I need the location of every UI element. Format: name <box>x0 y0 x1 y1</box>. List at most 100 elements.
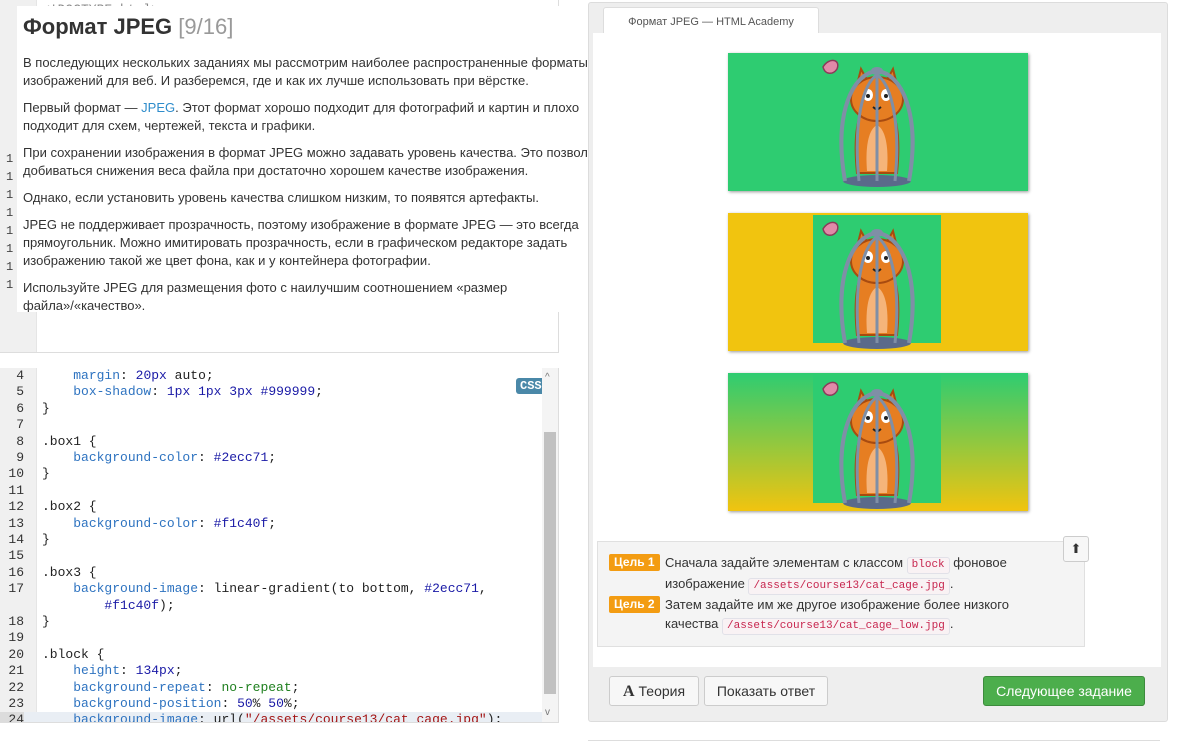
code-text: } <box>42 614 50 629</box>
theory-paragraph: Однако, если установить уровень качества… <box>23 190 539 205</box>
line-number: 7 <box>16 417 24 433</box>
css-editor-scrollbar[interactable]: ^ v <box>542 368 558 722</box>
cat-cage-image <box>813 53 941 191</box>
code-line[interactable]: 15 <box>0 548 542 564</box>
code-line[interactable]: 13 background-color: #f1c40f; <box>0 516 542 532</box>
goal-badge: Цель 2 <box>609 596 660 613</box>
code-line[interactable]: 4 margin: 20px auto; <box>0 368 542 384</box>
goal-badge: Цель 1 <box>609 554 660 571</box>
code-line[interactable]: 24 background-image: url("/assets/course… <box>0 712 542 723</box>
code-text: } <box>42 400 50 416</box>
preview-box-gradient <box>728 373 1028 511</box>
code-line[interactable]: #f1c40f); <box>0 598 542 614</box>
code-text: .box3 { <box>42 564 97 580</box>
preview-box-yellow <box>728 213 1028 351</box>
code-line[interactable]: 11 <box>0 483 542 499</box>
code-text: height: 134px; <box>73 663 183 679</box>
line-number: 1 <box>6 188 14 202</box>
preview-box-green <box>728 53 1028 191</box>
code-line[interactable]: 10} <box>0 466 542 482</box>
goal-item: Цель 2 Затем задайте им же другое изобра… <box>609 595 1039 635</box>
code-line[interactable]: 5 box-shadow: 1px 1px 3px #999999; <box>0 384 542 400</box>
code-line[interactable]: 23 background-position: 50% 50%; <box>0 696 542 712</box>
page-title: Формат JPEG [9/16] <box>23 14 234 39</box>
code-text: background-color: #2ecc71; <box>73 450 277 465</box>
preview-tab[interactable]: Формат JPEG — HTML Academy <box>603 7 819 34</box>
goal-item: Цель 1 Сначала задайте элементам с класс… <box>609 553 1039 595</box>
show-answer-button[interactable]: Показать ответ <box>704 676 828 706</box>
line-number: 11 <box>8 482 24 498</box>
line-number: 5 <box>16 384 24 400</box>
code-line[interactable]: 21 height: 134px; <box>0 663 542 679</box>
font-icon: A <box>622 683 635 700</box>
line-number: 1 <box>6 224 14 238</box>
line-number: 21 <box>8 663 24 679</box>
scroll-thumb[interactable] <box>544 432 556 694</box>
code-line[interactable]: 9 background-color: #2ecc71; <box>0 450 542 466</box>
code-line[interactable]: 7 <box>0 417 542 433</box>
line-number: 1 <box>6 242 14 256</box>
code-text: margin: 20px auto; <box>73 368 214 383</box>
arrow-up-icon: ⬆ <box>1070 541 1082 556</box>
code-text: } <box>42 532 50 547</box>
line-number: 1 <box>6 152 14 166</box>
code-line[interactable]: 16 .box3 { <box>0 565 542 581</box>
line-number: 8 <box>16 433 24 449</box>
code-line[interactable]: 18} <box>0 614 542 630</box>
code-chip: /assets/course13/cat_cage.jpg <box>748 578 950 595</box>
line-number: 1 <box>6 278 14 292</box>
code-text: background-repeat: no-repeat; <box>73 679 300 695</box>
line-number: 18 <box>8 614 24 629</box>
theory-button[interactable]: A Теория <box>609 676 699 706</box>
css-editor[interactable]: 4 margin: 20px auto; 5 box-shadow: 1px 1p… <box>0 368 559 723</box>
collapse-goals-button[interactable]: ⬆ <box>1063 536 1089 562</box>
code-text: .block { <box>42 646 105 662</box>
line-number: 23 <box>8 696 24 711</box>
code-text: } <box>42 466 50 482</box>
next-task-button[interactable]: Следующее задание <box>983 676 1145 706</box>
code-line[interactable]: 8 .box1 { <box>0 434 542 450</box>
theory-paragraph: JPEG не поддерживает прозрачность, поэто… <box>23 217 579 268</box>
line-number: 22 <box>8 679 24 695</box>
code-line[interactable]: 19 <box>0 630 542 646</box>
theory-paragraph: Используйте JPEG для размещения фото с н… <box>23 280 508 312</box>
line-number: 15 <box>8 548 24 564</box>
cat-cage-image <box>813 375 941 509</box>
code-text: box-shadow: 1px 1px 3px #999999; <box>73 384 323 400</box>
line-number: 17 <box>8 581 24 597</box>
code-line[interactable]: 14} <box>0 532 542 548</box>
code-text: background-image: linear-gradient(to bot… <box>73 581 487 597</box>
line-number: 16 <box>8 564 24 580</box>
code-line[interactable]: 6} <box>0 401 542 417</box>
line-number: 14 <box>8 532 24 547</box>
jpeg-link[interactable]: JPEG <box>141 100 175 115</box>
code-chip: /assets/course13/cat_cage_low.jpg <box>722 618 950 635</box>
line-number: 1 <box>6 206 14 220</box>
theory-paragraph: При сохранении изображения в формат JPEG… <box>23 145 608 178</box>
code-text: background-position: 50% 50%; <box>73 696 300 711</box>
scroll-up-icon[interactable]: ^ <box>545 372 550 383</box>
line-number: 13 <box>8 515 24 531</box>
line-number: 4 <box>16 368 24 383</box>
scroll-down-icon[interactable]: v <box>545 707 550 718</box>
code-text: background-color: #f1c40f; <box>73 515 277 531</box>
code-line[interactable]: 17 background-image: linear-gradient(to … <box>0 581 542 597</box>
line-number: 12 <box>8 499 24 515</box>
theory-paragraph: Первый формат — JPEG. Этот формат хорошо… <box>23 100 580 133</box>
line-number: 6 <box>16 400 24 416</box>
line-number: 1 <box>6 170 14 184</box>
code-line[interactable]: 22 background-repeat: no-repeat; <box>0 680 542 696</box>
code-line[interactable]: 12 .box2 { <box>0 499 542 515</box>
theory-paragraph: В последующих нескольких заданиях мы рас… <box>23 55 588 88</box>
code-text: .box2 { <box>42 499 97 515</box>
line-number: 10 <box>8 466 24 482</box>
line-number: 24 <box>0 712 24 722</box>
cat-cage-image <box>813 215 941 349</box>
line-number: 9 <box>16 450 24 465</box>
line-number: 19 <box>8 630 24 646</box>
code-text: background-image: url("/assets/course13/… <box>73 712 503 723</box>
task-counter: [9/16] <box>178 14 234 39</box>
code-line[interactable]: 20 .block { <box>0 647 542 663</box>
goals-panel: Цель 1 Сначала задайте элементам с класс… <box>597 541 1085 647</box>
line-number: 20 <box>8 646 24 662</box>
